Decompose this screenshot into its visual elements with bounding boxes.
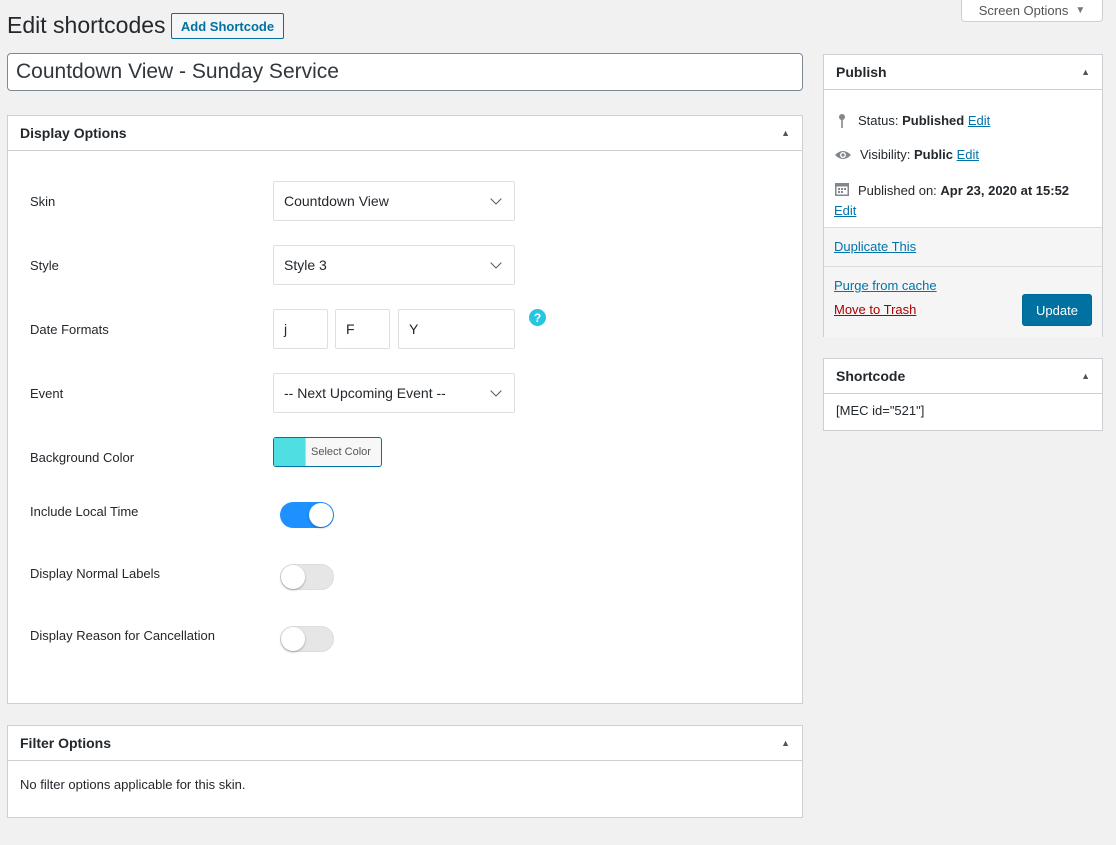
visibility-line: Visibility: Public Edit [834, 147, 979, 163]
include-local-time-label: Include Local Time [30, 504, 139, 519]
display-options-title: Display Options [20, 125, 127, 141]
page-title: Edit shortcodes [7, 12, 166, 38]
toggle-knob [281, 565, 305, 589]
caret-down-icon: ▼ [1075, 4, 1086, 16]
shortcode-header[interactable]: Shortcode ▲ [824, 359, 1102, 394]
skin-label: Skin [30, 194, 56, 209]
chevron-down-icon [490, 193, 502, 205]
published-label: Published on: [858, 183, 937, 198]
toggle-knob [281, 627, 305, 651]
collapse-icon[interactable]: ▲ [781, 738, 790, 748]
collapse-icon[interactable]: ▲ [1081, 371, 1090, 381]
event-select[interactable]: -- Next Upcoming Event -- [273, 373, 515, 413]
eye-icon [835, 151, 851, 159]
chevron-down-icon [490, 257, 502, 269]
help-icon[interactable]: ? [529, 309, 546, 326]
date-format-day-input[interactable]: j [273, 309, 328, 349]
calendar-icon [835, 183, 849, 196]
screen-options-label: Screen Options [978, 2, 1069, 18]
event-label: Event [30, 386, 64, 401]
chevron-down-icon [490, 385, 502, 397]
display-options-box: Display Options ▲ Skin Countdown View St… [7, 115, 803, 704]
filter-options-message: No filter options applicable for this sk… [20, 777, 246, 792]
event-value: -- Next Upcoming Event -- [284, 385, 446, 401]
skin-value: Countdown View [284, 193, 389, 209]
filter-options-box: Filter Options ▲ No filter options appli… [7, 725, 803, 818]
select-color-label: Select Color [311, 446, 371, 458]
display-normal-labels-label: Display Normal Labels [30, 566, 161, 581]
update-button[interactable]: Update [1022, 294, 1092, 326]
shortcode-box: Shortcode ▲ [MEC id="521"] [823, 358, 1103, 431]
display-options-header[interactable]: Display Options ▲ [8, 116, 802, 151]
published-on-line: Published on: Apr 23, 2020 at 15:52 Edit [834, 181, 1096, 221]
background-color-label: Background Color [30, 450, 135, 465]
duplicate-link[interactable]: Duplicate This [834, 239, 916, 254]
published-value: Apr 23, 2020 at 15:52 [940, 183, 1070, 198]
purge-cache-link[interactable]: Purge from cache [834, 278, 937, 293]
date-format-year-input[interactable]: Y [398, 309, 515, 349]
visibility-label: Visibility: [860, 147, 911, 162]
date-formats-label: Date Formats [30, 322, 109, 337]
publish-header[interactable]: Publish ▲ [824, 55, 1102, 90]
status-edit-link[interactable]: Edit [968, 113, 990, 128]
publish-title: Publish [836, 64, 887, 80]
add-shortcode-button[interactable]: Add Shortcode [171, 13, 284, 39]
post-title-input[interactable]: Countdown View - Sunday Service [7, 53, 803, 91]
publish-box: Publish ▲ Status: Published Edit Visibil… [823, 54, 1103, 337]
toggle-knob [309, 503, 333, 527]
color-swatch [274, 438, 306, 466]
style-select[interactable]: Style 3 [273, 245, 515, 285]
status-value: Published [902, 113, 965, 128]
shortcode-value: [MEC id="521"] [836, 403, 925, 418]
style-label: Style [30, 258, 59, 273]
published-edit-link[interactable]: Edit [834, 203, 856, 218]
filter-options-title: Filter Options [20, 735, 111, 751]
display-reason-toggle[interactable] [280, 626, 334, 652]
duplicate-section: Duplicate This [824, 227, 1102, 266]
display-reason-label: Display Reason for Cancellation [30, 628, 215, 643]
screen-options-button[interactable]: Screen Options ▼ [961, 0, 1103, 22]
shortcode-title: Shortcode [836, 368, 906, 384]
filter-options-header[interactable]: Filter Options ▲ [8, 726, 802, 761]
date-format-month-input[interactable]: F [335, 309, 390, 349]
skin-select[interactable]: Countdown View [273, 181, 515, 221]
visibility-value: Public [913, 147, 953, 162]
status-label: Status: [858, 113, 899, 128]
collapse-icon[interactable]: ▲ [1081, 67, 1090, 77]
visibility-edit-link[interactable]: Edit [957, 147, 979, 162]
status-line: Status: Published Edit [834, 113, 990, 129]
collapse-icon[interactable]: ▲ [781, 128, 790, 138]
pin-icon [839, 114, 845, 128]
move-to-trash-link[interactable]: Move to Trash [834, 302, 916, 317]
include-local-time-toggle[interactable] [280, 502, 334, 528]
select-color-button[interactable]: Select Color [273, 437, 382, 467]
style-value: Style 3 [284, 257, 327, 273]
display-normal-labels-toggle[interactable] [280, 564, 334, 590]
